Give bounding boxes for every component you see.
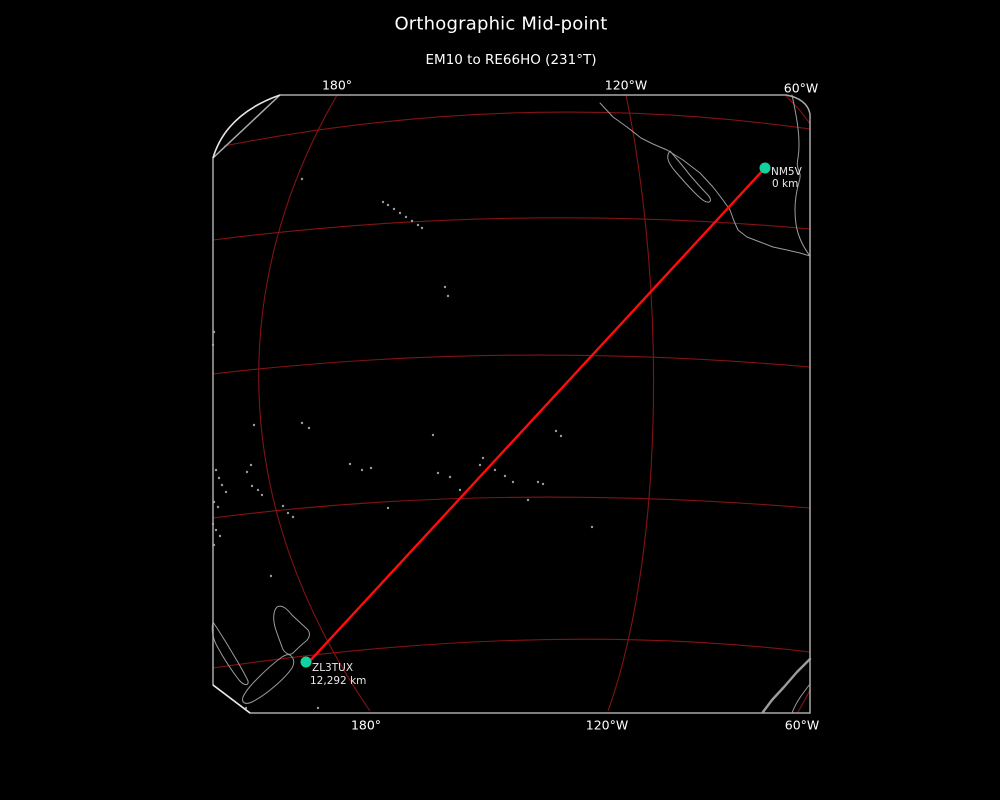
tick-top-120w: 120°W <box>605 78 647 93</box>
marker-label-zl3tux: ZL3TUX <box>312 662 353 674</box>
coastline-nz-south-island <box>243 655 294 704</box>
tick-bottom-120w: 120°W <box>586 718 628 733</box>
parallel-line <box>213 355 810 374</box>
tick-bottom-60w: 60°W <box>785 718 820 733</box>
globe-limb-bottom-left <box>213 685 250 713</box>
coastline-left-edge-landmass <box>212 622 248 685</box>
coastline-nz-north-island <box>274 606 310 654</box>
figure-title: Orthographic Mid-point <box>394 14 607 35</box>
meridian-180 <box>259 95 370 711</box>
parallel-line <box>213 497 810 518</box>
meridian-120w <box>608 95 654 711</box>
orthographic-map <box>0 0 1000 800</box>
meridian-60w-bottom <box>798 690 810 712</box>
marker-dot-nm5v <box>760 163 771 174</box>
marker-label-nm5v: NM5V <box>771 166 802 178</box>
graticule-parallels <box>213 112 810 668</box>
app-window: { "figure": { "title": "Orthographic Mid… <box>0 0 1000 800</box>
figure-subtitle: EM10 to RE66HO (231°T) <box>426 52 597 68</box>
coastline-bottom-right-thin <box>792 684 810 713</box>
great-circle-path <box>308 168 765 663</box>
tick-top-180: 180° <box>322 78 352 93</box>
marker-distance-nm5v: 0 km <box>772 178 798 190</box>
marker-dot-zl3tux <box>301 657 312 668</box>
islands-hawaii <box>302 179 422 228</box>
coastline-baja-california <box>668 151 711 202</box>
marker-distance-zl3tux: 12,292 km <box>310 675 366 687</box>
tick-top-60w: 60°W <box>784 81 819 96</box>
coastlines <box>212 95 810 713</box>
islands-southwest-pacific <box>213 332 318 708</box>
parallel-line <box>213 218 810 240</box>
meridian-60w-top <box>786 96 810 124</box>
island-dots <box>213 179 592 708</box>
graticule-meridians <box>259 95 810 712</box>
islands-central-pacific <box>350 287 592 527</box>
map-frame <box>213 95 810 713</box>
tick-bottom-180: 180° <box>351 718 381 733</box>
parallel-line <box>224 112 810 146</box>
